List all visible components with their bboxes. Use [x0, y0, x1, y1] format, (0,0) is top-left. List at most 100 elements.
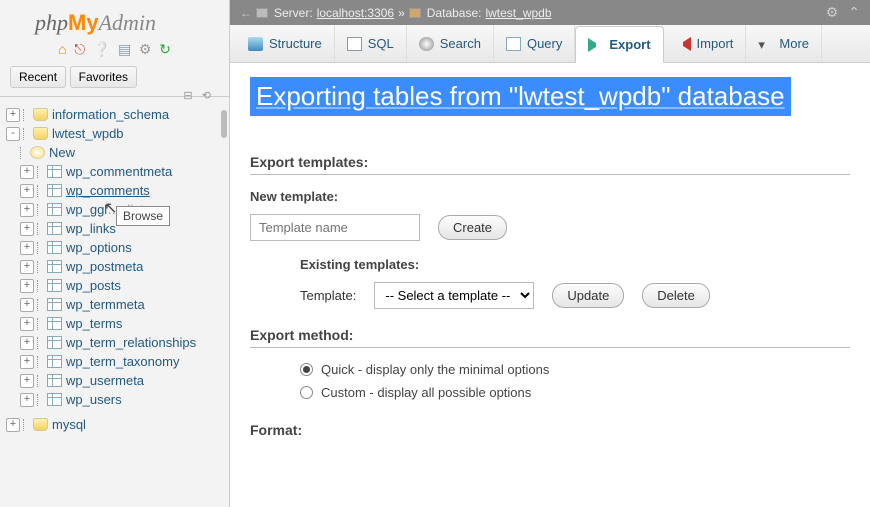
table-label[interactable]: wp_term_taxonomy: [66, 354, 179, 369]
tab-more[interactable]: More: [746, 25, 822, 62]
new-label[interactable]: New: [49, 145, 75, 160]
table-label[interactable]: wp_terms: [66, 316, 122, 331]
table-label[interactable]: wp_termmeta: [66, 297, 145, 312]
table-node-wp-comments[interactable]: + wp_comments: [6, 181, 229, 200]
nav-back-icon[interactable]: ←: [240, 6, 252, 20]
expand-icon[interactable]: +: [20, 165, 34, 179]
logo[interactable]: phpMyAdmin: [0, 0, 229, 38]
database-icon: [409, 8, 421, 18]
table-label[interactable]: wp_posts: [66, 278, 121, 293]
tab-label: Structure: [269, 36, 322, 51]
chevron-down-icon: [758, 37, 773, 51]
table-label[interactable]: wp_term_relationships: [66, 335, 196, 350]
radio-custom[interactable]: Custom - display all possible options: [300, 385, 850, 400]
expand-icon[interactable]: +: [20, 260, 34, 274]
expand-icon[interactable]: +: [20, 222, 34, 236]
table-node[interactable]: + wp_posts: [6, 276, 229, 295]
template-name-input[interactable]: [250, 214, 420, 241]
tab-label: Export: [609, 37, 650, 52]
table-node[interactable]: + wp_termmeta: [6, 295, 229, 314]
expand-icon[interactable]: +: [6, 108, 20, 122]
home-icon[interactable]: ⌂: [58, 41, 66, 57]
tab-label: Query: [527, 36, 562, 51]
table-label[interactable]: wp_options: [66, 240, 132, 255]
table-label[interactable]: wp_users: [66, 392, 122, 407]
tab-export[interactable]: Export: [575, 26, 663, 63]
sidebar-scrollbar[interactable]: [221, 110, 227, 138]
tab-label: Search: [440, 36, 481, 51]
new-table-node[interactable]: New: [6, 143, 229, 162]
table-node[interactable]: + wp_postmeta: [6, 257, 229, 276]
table-node[interactable]: + wp_options: [6, 238, 229, 257]
table-label[interactable]: wp_commentmeta: [66, 164, 172, 179]
table-label[interactable]: wp_comments: [66, 183, 150, 198]
reload-icon[interactable]: ↻: [159, 41, 171, 58]
db-label[interactable]: lwtest_wpdb: [52, 126, 124, 141]
export-icon: [588, 38, 603, 52]
db-label[interactable]: mysql: [52, 417, 86, 432]
expand-icon[interactable]: +: [20, 298, 34, 312]
tab-sql[interactable]: SQL: [335, 25, 407, 62]
expand-icon[interactable]: +: [20, 374, 34, 388]
logo-admin: Admin: [99, 10, 156, 35]
table-icon: [47, 317, 62, 330]
expand-icon[interactable]: +: [20, 203, 34, 217]
update-button[interactable]: Update: [552, 283, 624, 308]
create-button[interactable]: Create: [438, 215, 507, 240]
expand-icon[interactable]: +: [20, 355, 34, 369]
db-label[interactable]: information_schema: [52, 107, 169, 122]
radio-quick[interactable]: Quick - display only the minimal options: [300, 362, 850, 377]
sql-icon: [347, 37, 362, 51]
section-export-templates: Export templates:: [250, 154, 850, 175]
sql-icon[interactable]: ▤: [118, 41, 131, 58]
table-node[interactable]: + wp_term_taxonomy: [6, 352, 229, 371]
tab-search[interactable]: Search: [407, 25, 494, 62]
structure-icon: [248, 37, 263, 51]
docs-icon[interactable]: ❔: [93, 41, 110, 58]
table-label[interactable]: wp_links: [66, 221, 116, 236]
db-node-lwtest-wpdb[interactable]: - lwtest_wpdb: [6, 124, 229, 143]
table-label[interactable]: wp_postmeta: [66, 259, 143, 274]
expand-icon[interactable]: +: [20, 317, 34, 331]
collapse-icon[interactable]: -: [6, 127, 20, 141]
database-value[interactable]: lwtest_wpdb: [485, 6, 551, 20]
radio-icon[interactable]: [300, 386, 313, 399]
table-node[interactable]: + wp_commentmeta: [6, 162, 229, 181]
table-node[interactable]: + wp_usermeta: [6, 371, 229, 390]
expand-icon[interactable]: +: [20, 336, 34, 350]
gear-icon[interactable]: ⚙: [826, 4, 839, 21]
tab-query[interactable]: Query: [494, 25, 575, 62]
collapse-icon[interactable]: ⌃: [848, 4, 860, 21]
exit-icon[interactable]: ⎋: [74, 41, 85, 58]
table-icon: [47, 393, 62, 406]
sidebar: phpMyAdmin ⌂ ⎋ ❔ ▤ ⚙ ↻ Recent Favorites …: [0, 0, 230, 507]
db-node-mysql[interactable]: + mysql: [6, 415, 229, 434]
sidebar-divider: ⊟ ⟲: [0, 96, 229, 97]
tab-structure[interactable]: Structure: [236, 25, 335, 62]
server-value[interactable]: localhost:3306: [317, 6, 394, 20]
favorites-button[interactable]: Favorites: [70, 66, 137, 88]
expand-icon[interactable]: +: [20, 393, 34, 407]
expand-icon[interactable]: +: [6, 418, 20, 432]
table-icon: [47, 336, 62, 349]
db-node-information-schema[interactable]: + information_schema: [6, 105, 229, 124]
table-node[interactable]: + wp_term_relationships: [6, 333, 229, 352]
table-label[interactable]: wp_usermeta: [66, 373, 144, 388]
radio-icon[interactable]: [300, 363, 313, 376]
delete-button[interactable]: Delete: [642, 283, 710, 308]
table-node[interactable]: + wp_terms: [6, 314, 229, 333]
tab-bar: Structure SQL Search Query Export Import…: [230, 25, 870, 63]
label-template: Template:: [300, 288, 356, 303]
expand-icon[interactable]: +: [20, 184, 34, 198]
server-label: Server:: [274, 6, 313, 20]
expand-icon[interactable]: +: [20, 241, 34, 255]
sidebar-toolbar: ⌂ ⎋ ❔ ▤ ⚙ ↻: [0, 38, 229, 64]
tab-import[interactable]: Import: [664, 25, 747, 62]
database-icon: [33, 418, 48, 431]
table-node[interactable]: + wp_users: [6, 390, 229, 409]
recent-button[interactable]: Recent: [10, 66, 66, 88]
expand-icon[interactable]: +: [20, 279, 34, 293]
template-select[interactable]: -- Select a template --: [374, 282, 534, 309]
settings-icon[interactable]: ⚙: [139, 41, 152, 58]
table-icon: [47, 298, 62, 311]
